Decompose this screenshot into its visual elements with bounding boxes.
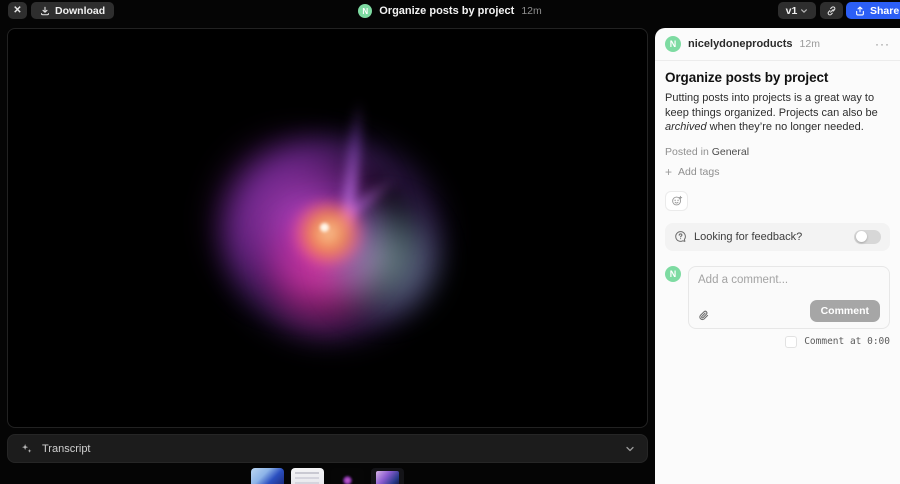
video-title: Organize posts by project bbox=[379, 5, 515, 17]
plus-icon: + bbox=[665, 164, 673, 179]
add-tags-button[interactable]: + Add tags bbox=[665, 164, 719, 180]
composer-avatar: N bbox=[665, 265, 681, 282]
feedback-label: Looking for feedback? bbox=[694, 230, 803, 243]
posted-in-channel[interactable]: General bbox=[712, 146, 749, 158]
download-label: Download bbox=[55, 4, 106, 17]
post-title: Organize posts by project bbox=[665, 70, 829, 85]
composer-actions: Comment bbox=[698, 299, 880, 322]
sidebar-header: N nicelydoneproducts 12m ··· bbox=[655, 28, 900, 61]
posted-in-label: Posted in bbox=[665, 145, 712, 158]
post-menu-button[interactable]: ··· bbox=[875, 38, 890, 50]
version-dropdown[interactable]: v1 bbox=[778, 2, 816, 19]
share-label: Share bbox=[870, 4, 900, 17]
sparkle-icon bbox=[22, 444, 32, 453]
comment-submit-button[interactable]: Comment bbox=[809, 299, 880, 322]
topbar: ✕ Download N Organize posts by project 1… bbox=[0, 0, 900, 28]
sidebar: N nicelydoneproducts 12m ··· Organize po… bbox=[655, 28, 900, 484]
video-frame-art bbox=[320, 223, 329, 232]
filmstrip-thumbnail-1[interactable] bbox=[251, 468, 284, 484]
add-reaction-button[interactable] bbox=[665, 190, 688, 211]
close-button[interactable]: ✕ bbox=[8, 2, 27, 19]
feedback-card: Looking for feedback? bbox=[665, 222, 890, 251]
filmstrip-thumbnail-2[interactable] bbox=[291, 468, 324, 484]
comment-at-checkbox[interactable] bbox=[785, 335, 798, 348]
transcript-bar[interactable]: Transcript bbox=[7, 434, 648, 463]
video-player[interactable] bbox=[7, 28, 648, 428]
copy-link-button[interactable] bbox=[820, 2, 843, 19]
chevron-down-icon bbox=[801, 8, 808, 13]
sidebar-body: Organize posts by project Putting posts … bbox=[655, 61, 900, 348]
app-window: ✕ Download N Organize posts by project 1… bbox=[0, 0, 900, 484]
feedback-toggle[interactable] bbox=[854, 229, 881, 244]
smiley-plus-icon bbox=[671, 195, 682, 205]
attach-file-button[interactable] bbox=[698, 310, 710, 322]
comment-input[interactable]: Add a comment... Comment bbox=[688, 265, 890, 329]
download-icon bbox=[40, 6, 50, 15]
posted-in: Posted in General bbox=[665, 146, 890, 158]
comment-at-label: Comment at 0:00 bbox=[804, 336, 890, 348]
transcript-label: Transcript bbox=[42, 442, 91, 455]
share-button[interactable]: Share bbox=[846, 2, 900, 19]
video-duration: 12m bbox=[521, 5, 542, 17]
description-text: Putting posts into projects is a great w… bbox=[665, 92, 878, 119]
post-time: 12m bbox=[799, 38, 820, 50]
filmstrip bbox=[0, 468, 655, 484]
comment-composer: N Add a comment... Comment bbox=[665, 265, 890, 329]
video-frame-art bbox=[291, 201, 365, 265]
question-bubble-icon bbox=[675, 231, 686, 242]
add-tags-label: Add tags bbox=[678, 165, 720, 178]
filmstrip-thumbnail-4[interactable] bbox=[371, 468, 404, 484]
author-name: nicelydoneproducts bbox=[688, 38, 793, 50]
post-description: Putting posts into projects is a great w… bbox=[665, 91, 890, 135]
comment-placeholder: Add a comment... bbox=[698, 273, 789, 286]
chevron-down-icon bbox=[626, 446, 634, 451]
share-icon bbox=[856, 6, 864, 15]
download-button[interactable]: Download bbox=[31, 2, 115, 19]
transcript-expand-chevron[interactable] bbox=[625, 444, 635, 454]
comment-at-row: Comment at 0:00 bbox=[665, 335, 890, 348]
topbar-title-group: N Organize posts by project 12m bbox=[0, 0, 900, 22]
description-italic-word: archived bbox=[665, 121, 707, 134]
description-text: when they’re no longer needed. bbox=[706, 121, 864, 134]
paperclip-icon bbox=[699, 310, 709, 320]
author-avatar: N bbox=[665, 36, 681, 52]
video-avatar: N bbox=[358, 4, 373, 18]
version-label: v1 bbox=[785, 4, 798, 17]
toggle-knob bbox=[855, 231, 867, 243]
link-icon bbox=[827, 6, 836, 16]
filmstrip-thumbnail-3[interactable] bbox=[331, 468, 364, 484]
